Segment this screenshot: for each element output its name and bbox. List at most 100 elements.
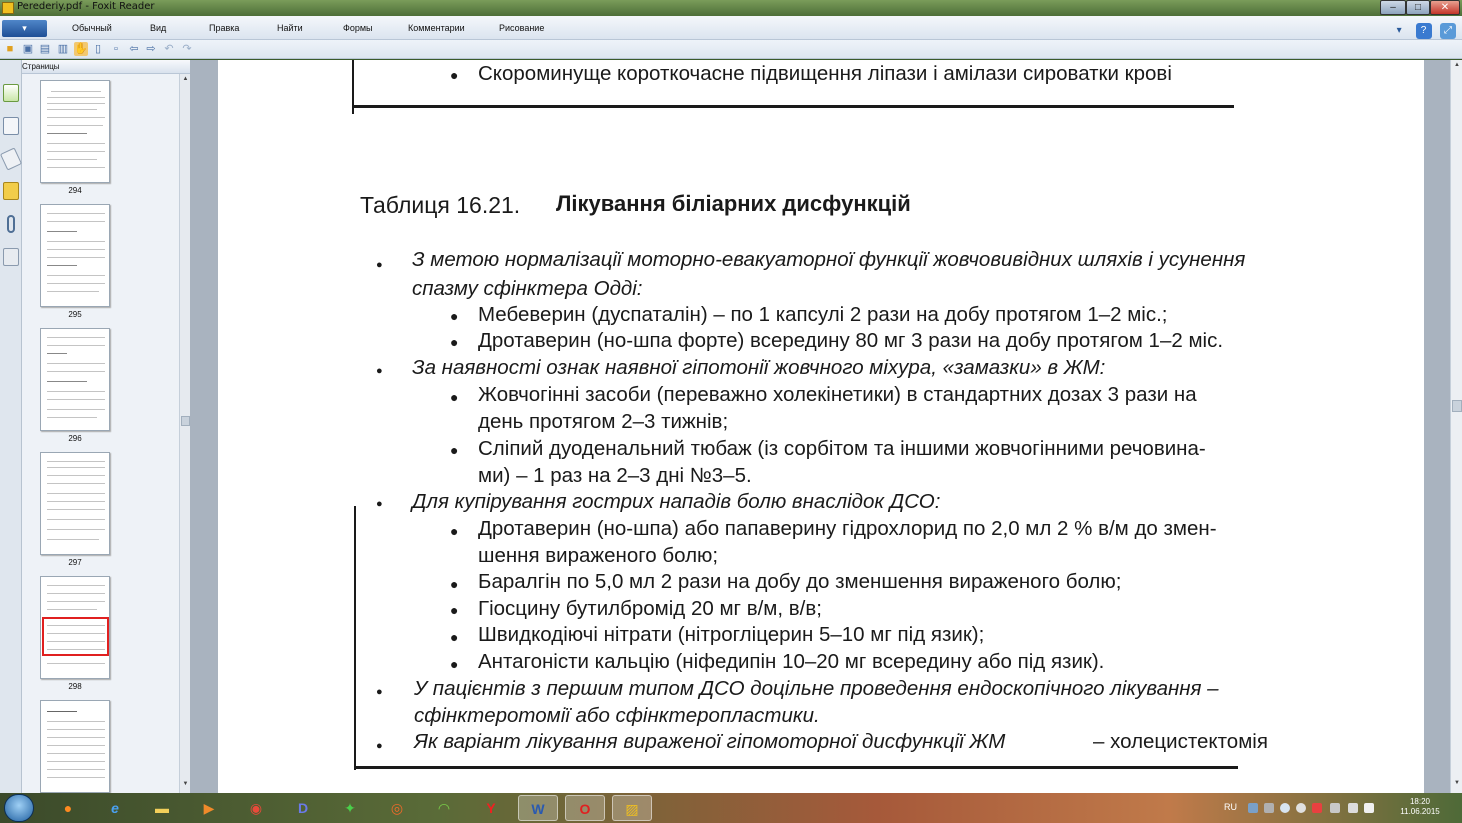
tray-flag-icon[interactable] <box>1312 803 1322 813</box>
document-line: Скороминуще короткочасне підвищення ліпа… <box>478 62 1172 85</box>
page-number-label: 298 <box>68 682 82 691</box>
page-thumbnail-294[interactable] <box>40 80 110 183</box>
select-text-icon[interactable]: ▯ <box>91 42 105 56</box>
page-number-label: 296 <box>68 434 82 443</box>
d-app-icon[interactable]: D <box>283 795 323 821</box>
visible-area-indicator[interactable] <box>42 617 109 656</box>
save-icon[interactable]: ▣ <box>21 42 35 56</box>
tray-app-icon[interactable] <box>1248 803 1258 813</box>
pages-scroll-thumb[interactable] <box>181 416 190 426</box>
bullet-marker: ● <box>376 259 383 271</box>
tray-clock[interactable]: 18:20 11.06.2015 <box>1396 797 1444 817</box>
page-thumbnail-295[interactable] <box>40 204 110 307</box>
bullet-marker: ● <box>450 334 459 350</box>
tray-update-icon[interactable] <box>1296 803 1306 813</box>
chrome-icon[interactable]: ◉ <box>236 795 276 821</box>
ie-icon[interactable]: e <box>95 795 135 821</box>
page-number-label: 297 <box>68 558 82 567</box>
signatures-panel-icon[interactable] <box>3 248 19 266</box>
back-icon[interactable]: ⇦ <box>127 42 141 56</box>
bullet-marker: ● <box>450 308 459 324</box>
comments-panel-icon[interactable] <box>3 182 19 200</box>
pages-panel-scrollbar[interactable]: ▲ ▼ <box>179 74 190 793</box>
document-line: Дротаверин (но-шпа) або папаверину гідро… <box>478 517 1217 540</box>
maximize-button[interactable]: □ <box>1406 0 1430 15</box>
document-page[interactable]: ● Скороминуще короткочасне підвищення лі… <box>218 60 1424 793</box>
eye-app-icon[interactable]: ◎ <box>377 795 417 821</box>
explorer-icon[interactable]: ▬ <box>142 795 182 821</box>
document-line: – холецистектомія <box>1093 730 1268 753</box>
document-line: У пацієнтів з першим типом ДСО доцільне … <box>414 677 1219 700</box>
start-button[interactable] <box>4 794 34 822</box>
layers-panel-icon[interactable] <box>0 147 23 171</box>
print-icon[interactable]: ▤ <box>38 42 52 56</box>
ribbon-dropdown-icon[interactable]: ▾ <box>1391 23 1407 39</box>
menu-comments[interactable]: Комментарии <box>408 23 465 33</box>
tray-display-icon[interactable] <box>1330 803 1340 813</box>
help-icon[interactable]: ? <box>1415 23 1432 39</box>
document-line: спазму сфінктера Одді: <box>412 277 643 300</box>
document-gutter-right <box>1424 60 1450 793</box>
minimize-button[interactable]: – <box>1380 0 1406 15</box>
menu-drawing[interactable]: Рисование <box>499 23 544 33</box>
firefox-icon[interactable]: ● <box>48 795 88 821</box>
action-center-icon[interactable] <box>1364 803 1374 813</box>
bullet-marker: ● <box>450 523 459 539</box>
email-icon[interactable]: ▥ <box>56 42 70 56</box>
wifi-app-icon[interactable]: ◠ <box>424 795 464 821</box>
yandex-icon[interactable]: Y <box>471 795 511 821</box>
menu-edit[interactable]: Правка <box>209 23 239 33</box>
close-button[interactable]: ✕ <box>1430 0 1460 15</box>
menu-obychny[interactable]: Обычный <box>72 23 112 33</box>
document-line: шення вираженого болю; <box>478 544 719 567</box>
forward-icon[interactable]: ⇨ <box>144 42 158 56</box>
redo-icon[interactable]: ↷ <box>180 42 194 56</box>
document-scrollbar[interactable]: ▲ ▼ <box>1450 60 1462 793</box>
table-number: Таблиця 16.21. <box>360 192 521 218</box>
toolbar: ■ ▣ ▤ ▥ ✋ ▯ ▫ ⇦ ⇨ ↶ ↷ <box>0 40 1462 59</box>
attachments-panel-icon[interactable] <box>7 215 15 233</box>
document-line: Як варіант лікування вираженої гіпомотор… <box>414 730 1006 753</box>
language-indicator[interactable]: RU <box>1224 802 1237 812</box>
page-thumbnail-296[interactable] <box>40 328 110 431</box>
bullet-marker: ● <box>450 602 459 618</box>
box-border-left <box>354 506 356 770</box>
opera-icon[interactable]: O <box>565 795 605 821</box>
page-thumbnail-299[interactable] <box>40 700 110 793</box>
bullet-marker: ● <box>376 686 383 698</box>
menu-forms[interactable]: Формы <box>343 23 373 33</box>
taskbar: ● e ▬ ▶ ◉ D ✦ ◎ ◠ Y W O ▨ RU 18:20 11.06… <box>0 793 1462 823</box>
bookmarks-panel-icon[interactable] <box>3 117 19 135</box>
bullet-marker: ● <box>450 389 459 405</box>
foxit-icon[interactable]: ▨ <box>612 795 652 821</box>
fullscreen-icon[interactable]: ⤢ <box>1440 23 1456 39</box>
foxit-app-icon <box>2 2 14 14</box>
pages-panel-header: Страницы ◂ <box>22 60 195 74</box>
hand-tool-icon[interactable]: ✋ <box>74 42 88 56</box>
document-line: Швидкодіючі нітрати (нітрогліцерин 5–10 … <box>478 623 985 646</box>
pages-panel-title: Страницы <box>22 62 60 71</box>
volume-icon[interactable] <box>1348 803 1358 813</box>
open-icon[interactable]: ■ <box>3 42 17 56</box>
app-menu-button[interactable]: ▾ <box>2 20 47 37</box>
page-number-label: 295 <box>68 310 82 319</box>
butterfly-icon[interactable]: ✦ <box>330 795 370 821</box>
tray-sync-icon[interactable] <box>1280 803 1290 813</box>
document-scroll-thumb[interactable] <box>1452 400 1462 412</box>
menu-find[interactable]: Найти <box>277 23 303 33</box>
snapshot-icon[interactable]: ▫ <box>109 42 123 56</box>
pages-panel-icon[interactable] <box>3 84 19 102</box>
page-number-label: 294 <box>68 186 82 195</box>
menu-view[interactable]: Вид <box>150 23 166 33</box>
bullet-marker: ● <box>376 740 383 752</box>
bullet-marker: ● <box>450 576 459 592</box>
pages-panel: Страницы ◂ 294 295 296 297 298 ▲ ▼ <box>22 60 195 793</box>
bullet-marker: ● <box>450 656 459 672</box>
media-icon[interactable]: ▶ <box>189 795 229 821</box>
undo-icon[interactable]: ↶ <box>162 42 176 56</box>
document-line: Для купірування гострих нападів болю вна… <box>412 490 941 513</box>
word-icon[interactable]: W <box>518 795 558 821</box>
page-thumbnail-297[interactable] <box>40 452 110 555</box>
page-thumbnail-298[interactable] <box>40 576 110 679</box>
tray-network-icon[interactable] <box>1264 803 1274 813</box>
